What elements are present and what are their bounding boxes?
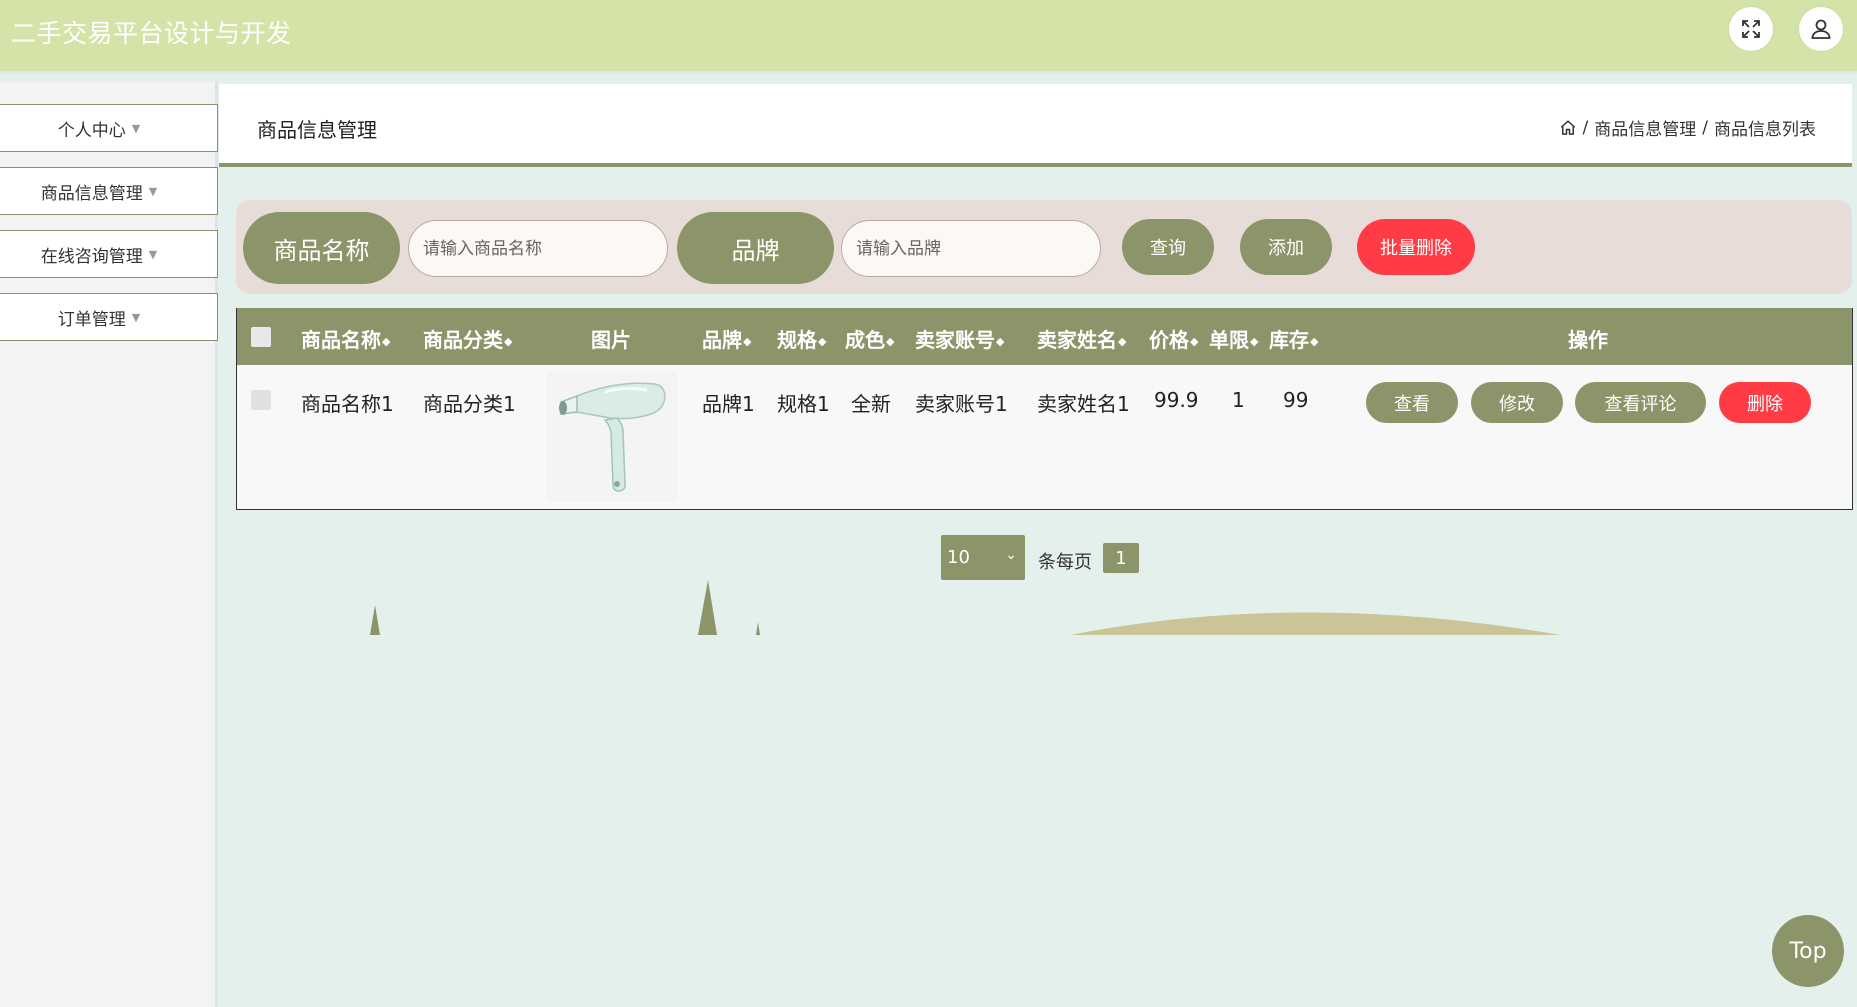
- sort-icon: ◆: [1250, 335, 1259, 348]
- view-comments-button[interactable]: 查看评论: [1575, 382, 1706, 423]
- cell-brand: 品牌1: [702, 392, 755, 416]
- sort-icon: ◆: [504, 335, 513, 348]
- sidebar-item-personal-center[interactable]: 个人中心 ▼: [0, 104, 218, 152]
- sort-icon: ◆: [818, 335, 827, 348]
- sort-icon: ◆: [1310, 335, 1319, 348]
- page-header: 商品信息管理 / 商品信息管理 / 商品信息列表: [219, 84, 1852, 167]
- sidebar-item-label: 个人中心: [57, 120, 126, 141]
- cell-price: 99.9: [1154, 388, 1199, 412]
- cell-seller-account: 卖家账号1: [915, 392, 1008, 416]
- sort-icon: ◆: [382, 335, 391, 348]
- sort-icon: ◆: [743, 335, 752, 348]
- app-title: 二手交易平台设计与开发: [11, 19, 292, 48]
- batch-delete-button[interactable]: 批量删除: [1357, 219, 1475, 275]
- sort-icon: ◆: [886, 335, 895, 348]
- column-header-name[interactable]: 商品名称◆: [301, 324, 390, 353]
- fullscreen-icon: [1742, 20, 1760, 38]
- product-image: [547, 372, 677, 502]
- product-name-label: 商品名称: [243, 212, 400, 284]
- sidebar-item-label: 商品信息管理: [40, 183, 143, 204]
- sidebar-item-order-management[interactable]: 订单管理 ▼: [0, 293, 218, 341]
- page-number-current[interactable]: 1: [1103, 543, 1139, 573]
- cell-name: 商品名称1: [301, 392, 394, 416]
- brand-label: 品牌: [677, 212, 834, 284]
- query-button[interactable]: 查询: [1122, 219, 1214, 275]
- sort-icon: ◆: [1190, 335, 1199, 348]
- page-size-value: 10: [947, 547, 970, 568]
- table-header: 商品名称◆ 商品分类◆ 图片 品牌◆ 规格◆ 成色◆ 卖家账号◆ 卖家姓名◆ 价…: [237, 308, 1852, 365]
- breadcrumb-item: 商品信息列表: [1714, 120, 1816, 140]
- sidebar-item-product-management[interactable]: 商品信息管理 ▼: [0, 167, 218, 215]
- cell-limit: 1: [1232, 388, 1245, 412]
- select-all-checkbox[interactable]: [251, 327, 271, 347]
- add-button[interactable]: 添加: [1240, 219, 1332, 275]
- hair-dryer-image: [559, 382, 666, 492]
- breadcrumb-item[interactable]: 商品信息管理: [1594, 115, 1696, 140]
- product-table: 商品名称◆ 商品分类◆ 图片 品牌◆ 规格◆ 成色◆ 卖家账号◆ 卖家姓名◆ 价…: [236, 308, 1853, 510]
- sidebar-item-consultation-management[interactable]: 在线咨询管理 ▼: [0, 230, 218, 278]
- column-header-image: 图片: [591, 328, 631, 352]
- edit-button[interactable]: 修改: [1471, 382, 1563, 423]
- column-header-category[interactable]: 商品分类◆: [423, 324, 512, 353]
- row-checkbox[interactable]: [251, 390, 271, 410]
- search-bar: 商品名称 品牌 查询 添加 批量删除: [236, 200, 1852, 294]
- cell-stock: 99: [1283, 388, 1309, 412]
- page-title: 商品信息管理: [257, 118, 377, 142]
- column-header-seller-name[interactable]: 卖家姓名◆: [1037, 324, 1126, 353]
- column-header-seller-account[interactable]: 卖家账号◆: [915, 324, 1004, 353]
- cell-category: 商品分类1: [423, 392, 516, 416]
- fullscreen-button[interactable]: [1729, 7, 1773, 51]
- cell-seller-name: 卖家姓名1: [1037, 392, 1130, 416]
- column-header-spec[interactable]: 规格◆: [777, 324, 826, 353]
- per-page-label: 条每页: [1038, 552, 1092, 573]
- column-header-price[interactable]: 价格◆: [1149, 324, 1198, 353]
- sidebar-item-label: 订单管理: [57, 309, 126, 330]
- brand-input[interactable]: [841, 220, 1101, 277]
- user-icon: [1811, 19, 1831, 39]
- sidebar: 个人中心 ▼ 商品信息管理 ▼ 在线咨询管理 ▼ 订单管理 ▼: [0, 82, 218, 1007]
- view-button[interactable]: 查看: [1366, 382, 1458, 423]
- user-button[interactable]: [1799, 7, 1843, 51]
- delete-button[interactable]: 删除: [1719, 382, 1811, 423]
- page-size-select[interactable]: 10 ⌄: [941, 535, 1025, 580]
- column-header-condition[interactable]: 成色◆: [845, 324, 894, 353]
- cell-spec: 规格1: [777, 392, 830, 416]
- breadcrumb-separator: /: [1702, 117, 1708, 138]
- top-bar: 二手交易平台设计与开发: [0, 0, 1857, 71]
- cell-condition: 全新: [851, 392, 891, 416]
- sidebar-item-label: 在线咨询管理: [40, 246, 143, 267]
- chevron-down-icon: ⌄: [1005, 547, 1017, 563]
- caret-down-icon: ▼: [148, 184, 158, 198]
- breadcrumb-separator: /: [1582, 117, 1589, 138]
- back-to-top-button[interactable]: Top: [1772, 915, 1844, 987]
- column-header-limit[interactable]: 单限◆: [1209, 324, 1258, 353]
- column-header-stock[interactable]: 库存◆: [1269, 324, 1318, 353]
- breadcrumb: / 商品信息管理 / 商品信息列表: [1559, 115, 1816, 140]
- column-header-brand[interactable]: 品牌◆: [702, 324, 751, 353]
- caret-down-icon: ▼: [131, 121, 141, 135]
- home-icon[interactable]: [1559, 119, 1577, 137]
- product-name-input[interactable]: [408, 220, 668, 277]
- sort-icon: ◆: [1118, 335, 1127, 348]
- sort-icon: ◆: [996, 335, 1005, 348]
- caret-down-icon: ▼: [131, 310, 141, 324]
- column-header-actions: 操作: [1568, 328, 1608, 352]
- caret-down-icon: ▼: [148, 247, 158, 261]
